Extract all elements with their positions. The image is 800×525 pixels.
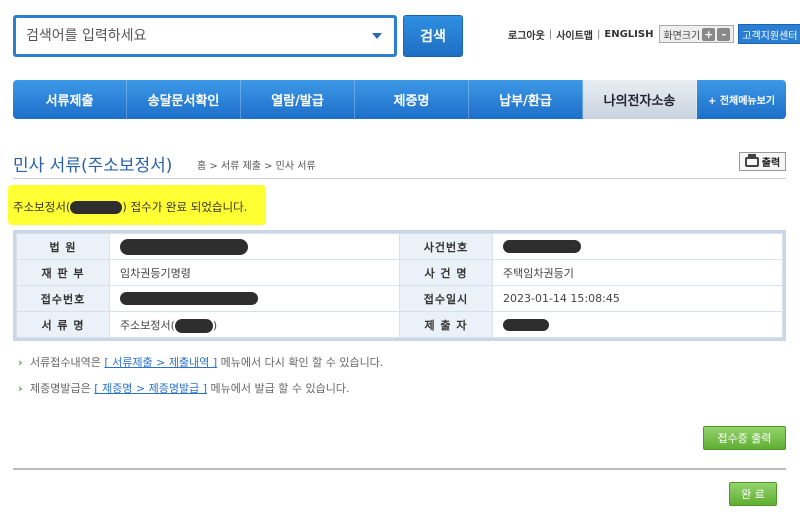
redacted-block bbox=[120, 238, 248, 255]
division-value: 임차권등기명령 bbox=[109, 259, 400, 286]
nav-item-submit-documents[interactable]: 서류제출 bbox=[13, 80, 127, 119]
search-button[interactable]: 검색 bbox=[403, 15, 463, 57]
chevron-down-icon[interactable] bbox=[372, 33, 382, 39]
breadcrumb: 홈 > 서류 제출 > 민사 서류 bbox=[197, 161, 316, 172]
guide-line-certificate: › 제증명발급은 [ 제증명 > 제증명발급 ] 메뉴에서 발급 할 수 있습니… bbox=[18, 380, 349, 396]
redacted-block bbox=[70, 201, 123, 214]
message-suffix: ) 접수가 완료 되었습니다. bbox=[122, 200, 248, 214]
logout-link[interactable]: 로그아웃 bbox=[508, 27, 545, 42]
division-label: 재 판 부 bbox=[16, 259, 110, 286]
english-link[interactable]: ENGLISH bbox=[604, 29, 653, 40]
guide-text: 서류접수내역은 bbox=[30, 356, 101, 369]
court-value bbox=[109, 233, 400, 260]
sitemap-link[interactable]: 사이트맵 bbox=[556, 27, 593, 42]
certificate-issue-link[interactable]: [ 제증명 > 제증명발급 ] bbox=[94, 382, 207, 395]
case-number-value bbox=[492, 233, 783, 260]
document-name-suffix: ) bbox=[212, 318, 218, 332]
zoom-out-button[interactable]: - bbox=[717, 27, 731, 41]
printer-icon bbox=[744, 153, 759, 167]
table-row: 재 판 부 임차권등기명령 사 건 명 주택임차권등기 bbox=[16, 259, 783, 286]
page-title: 민사 서류(주소보정서) bbox=[13, 156, 173, 176]
nav-item-view-issue[interactable]: 열람/발급 bbox=[241, 80, 355, 119]
receipt-time-value: 2023-01-14 15:08:45 bbox=[492, 285, 783, 312]
guide-text: 제증명발급은 bbox=[30, 382, 91, 395]
guide-text: 메뉴에서 다시 확인 할 수 있습니다. bbox=[220, 356, 384, 369]
arrow-right-icon: › bbox=[18, 382, 23, 395]
divider: | bbox=[597, 28, 601, 40]
nav-item-service-documents[interactable]: 송달문서확인 bbox=[127, 80, 241, 119]
document-name-label: 서 류 명 bbox=[16, 311, 110, 338]
receipt-time-label: 접수일시 bbox=[399, 285, 493, 312]
search-box[interactable] bbox=[13, 15, 397, 57]
divider bbox=[13, 468, 786, 470]
court-label: 법 원 bbox=[16, 233, 110, 260]
submitter-value bbox=[492, 311, 783, 338]
guide-text: 메뉴에서 발급 할 수 있습니다. bbox=[210, 382, 350, 395]
zoom-control: 화면크기 + - bbox=[659, 25, 735, 43]
utility-links: 로그아웃 | 사이트맵 | ENGLISH 화면크기 + - 고객지원센터 bbox=[508, 24, 800, 44]
print-label: 출력 bbox=[761, 158, 781, 169]
case-number-label: 사건번호 bbox=[399, 233, 493, 260]
zoom-label: 화면크기 bbox=[663, 30, 701, 42]
receipt-print-button[interactable]: 접수증 출력 bbox=[703, 426, 786, 450]
table-row: 법 원 사건번호 bbox=[16, 233, 783, 260]
main-nav: 서류제출 송달문서확인 열람/발급 제증명 납부/환급 나의전자소송 + 전체메… bbox=[13, 80, 786, 119]
document-name-prefix: 주소보정서( bbox=[120, 318, 175, 332]
completion-message: 주소보정서( ) 접수가 완료 되었습니다. bbox=[13, 199, 247, 215]
receipt-info-table: 법 원 사건번호 재 판 부 임차권등기명령 사 건 명 주택임차권등기 접수번… bbox=[13, 230, 786, 341]
done-button[interactable]: 완 료 bbox=[729, 482, 777, 506]
divider: | bbox=[548, 28, 553, 40]
nav-item-certificates[interactable]: 제증명 bbox=[355, 80, 469, 119]
message-prefix: 주소보정서( bbox=[13, 200, 71, 214]
submitter-label: 제 출 자 bbox=[399, 311, 493, 338]
redacted-block bbox=[503, 240, 581, 254]
arrow-right-icon: › bbox=[18, 356, 23, 369]
redacted-block bbox=[174, 318, 213, 333]
case-name-label: 사 건 명 bbox=[399, 259, 493, 286]
search-input[interactable] bbox=[26, 21, 356, 51]
guide-line-history: › 서류접수내역은 [ 서류제출 > 제출내역 ] 메뉴에서 다시 확인 할 수… bbox=[18, 354, 383, 370]
all-menu-button[interactable]: + 전체메뉴보기 bbox=[697, 80, 786, 119]
submission-history-link[interactable]: [ 서류제출 > 제출내역 ] bbox=[104, 356, 217, 369]
nav-item-payment-refund[interactable]: 납부/환급 bbox=[469, 80, 583, 119]
divider bbox=[13, 178, 786, 179]
receipt-number-value bbox=[109, 285, 400, 312]
redacted-block bbox=[503, 319, 549, 331]
document-name-value: 주소보정서() bbox=[109, 311, 400, 338]
receipt-number-label: 접수번호 bbox=[16, 285, 110, 312]
print-button[interactable]: 출력 bbox=[739, 152, 786, 171]
support-center-button[interactable]: 고객지원센터 bbox=[738, 24, 800, 44]
table-row: 서 류 명 주소보정서() 제 출 자 bbox=[16, 311, 783, 338]
zoom-in-button[interactable]: + bbox=[702, 27, 716, 41]
table-row: 접수번호 접수일시 2023-01-14 15:08:45 bbox=[16, 285, 783, 312]
redacted-block bbox=[120, 292, 258, 306]
nav-item-my-e-litigation[interactable]: 나의전자소송 bbox=[583, 80, 697, 119]
case-name-value: 주택임차권등기 bbox=[492, 259, 783, 286]
